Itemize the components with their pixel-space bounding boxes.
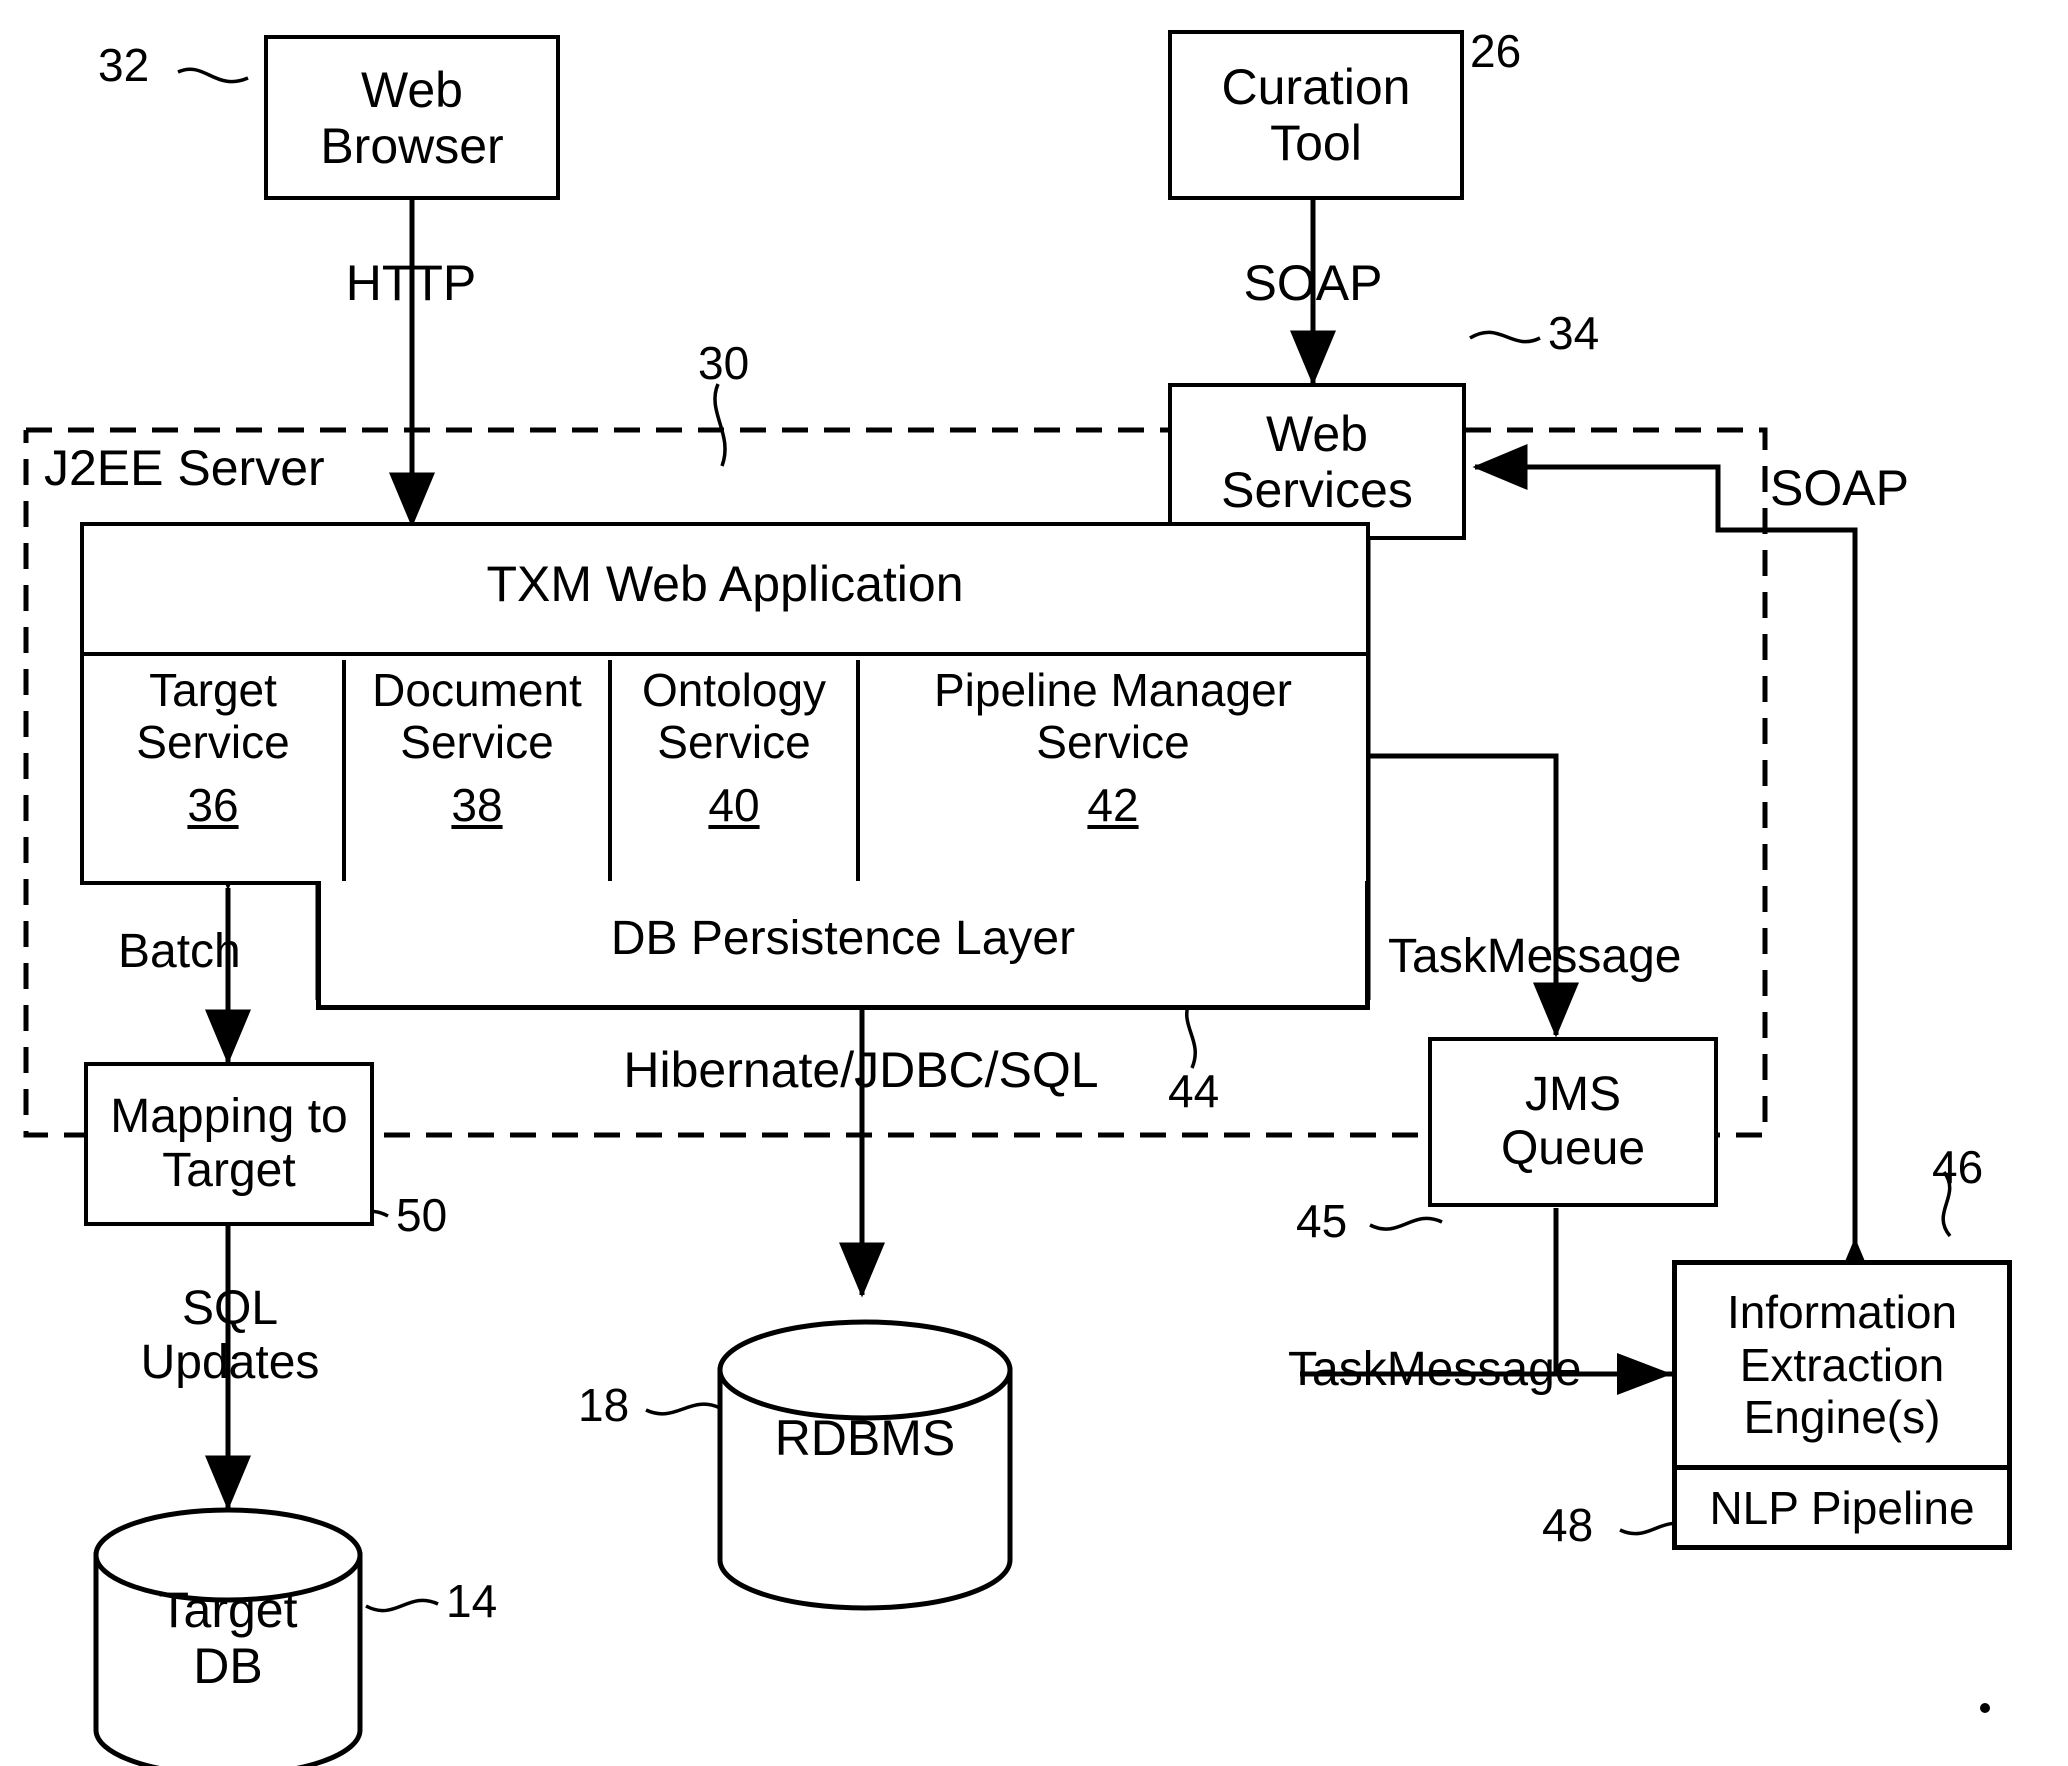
soap-top-label: SOAP <box>1243 255 1383 311</box>
db-persistence-layer-label: DB Persistence Layer <box>610 912 1076 965</box>
ref-14: 14 <box>446 1575 498 1627</box>
service-pipeline-manager-number: 42 <box>1087 778 1139 831</box>
target-db-label: Target DB <box>158 1582 298 1694</box>
services-row-top-border <box>80 652 1370 656</box>
taskmessage-top-connector <box>1366 753 1579 1038</box>
web-services-box[interactable]: Web Services <box>1168 383 1466 540</box>
information-extraction-engine-box[interactable]: Information Extraction Engine(s) <box>1672 1260 2012 1465</box>
nlp-pipeline-label: NLP Pipeline <box>1709 1481 1975 1534</box>
ref-30: 30 <box>698 337 750 389</box>
ref-45: 45 <box>1296 1195 1348 1247</box>
txm-web-application-label: TXM Web Application <box>486 556 964 612</box>
rdbms-label: RDBMS <box>774 1410 956 1466</box>
service-pipeline-manager-label: Pipeline Manager Service <box>933 664 1292 769</box>
figure-canvas: Web Browser Curation Tool Web Services T… <box>0 0 2068 1766</box>
ref-48: 48 <box>1542 1499 1594 1551</box>
nlp-pipeline-box[interactable]: NLP Pipeline <box>1672 1465 2012 1550</box>
hibernate-label: Hibernate/JDBC/SQL <box>623 1042 1099 1098</box>
service-target-label: Target Service <box>136 664 290 769</box>
service-ontology-label: Ontology Service <box>641 664 827 769</box>
sql-updates-label: SQL Updates <box>140 1282 320 1389</box>
service-ontology-number: 40 <box>708 778 760 831</box>
curation-tool-box[interactable]: Curation Tool <box>1168 30 1464 200</box>
service-target-number: 36 <box>187 778 239 831</box>
service-ontology[interactable]: Ontology Service 40 <box>612 660 860 881</box>
service-target[interactable]: Target Service 36 <box>84 660 346 881</box>
ref-32: 32 <box>98 39 150 91</box>
curation-tool-label: Curation Tool <box>1221 59 1411 171</box>
web-services-label: Web Services <box>1221 405 1413 518</box>
soap-right-label: SOAP <box>1770 460 1909 516</box>
j2ee-server-label: J2EE Server <box>44 440 325 496</box>
mapping-to-target-label: Mapping to Target <box>110 1090 348 1197</box>
ref-46: 46 <box>1932 1141 1984 1193</box>
service-document-label: Document Service <box>372 664 582 769</box>
jms-queue-box[interactable]: JMS Queue <box>1428 1037 1718 1207</box>
jms-queue-label: JMS Queue <box>1500 1068 1646 1175</box>
web-browser-label: Web Browser <box>320 61 504 174</box>
ref-26: 26 <box>1470 25 1522 77</box>
ref-44: 44 <box>1168 1065 1220 1117</box>
ref-50: 50 <box>396 1189 448 1241</box>
web-browser-box[interactable]: Web Browser <box>264 35 560 200</box>
ref-18: 18 <box>578 1379 630 1431</box>
taskmessage-bottom-label: TaskMessage <box>1288 1343 1582 1396</box>
mapping-to-target-box[interactable]: Mapping to Target <box>84 1062 374 1226</box>
http-label: HTTP <box>345 255 477 311</box>
batch-label: Batch <box>118 925 241 978</box>
service-pipeline-manager[interactable]: Pipeline Manager Service 42 <box>860 660 1366 881</box>
service-document[interactable]: Document Service 38 <box>346 660 612 881</box>
service-document-number: 38 <box>451 778 503 831</box>
taskmessage-top-label: TaskMessage <box>1388 930 1682 983</box>
information-extraction-engine-label: Information Extraction Engine(s) <box>1726 1286 1958 1444</box>
ref-34: 34 <box>1548 307 1600 359</box>
